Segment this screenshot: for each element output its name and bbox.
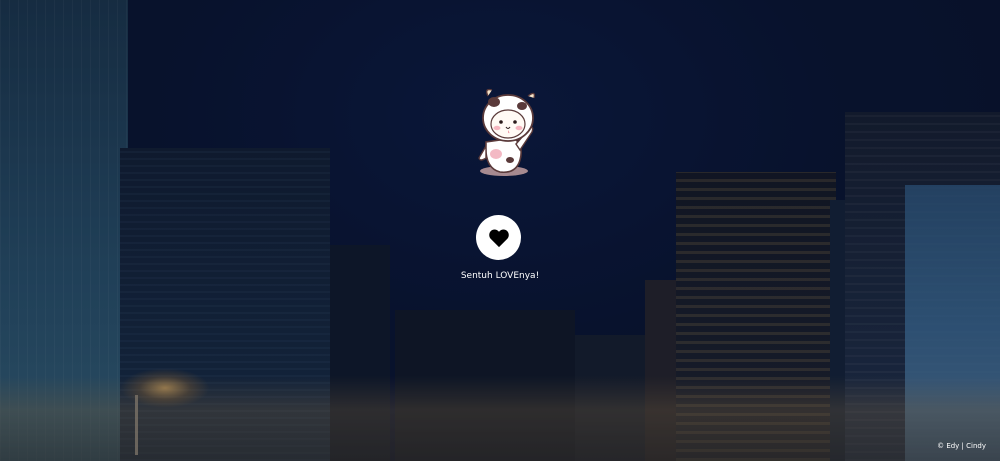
heart-icon <box>488 229 509 247</box>
love-heart-button[interactable] <box>476 215 521 260</box>
footer-credit: © Edy | Cindy <box>937 442 986 450</box>
cow-costume-bear-sticker-icon <box>470 84 550 179</box>
caption-text: Sentuh LOVEnya! <box>460 271 540 281</box>
